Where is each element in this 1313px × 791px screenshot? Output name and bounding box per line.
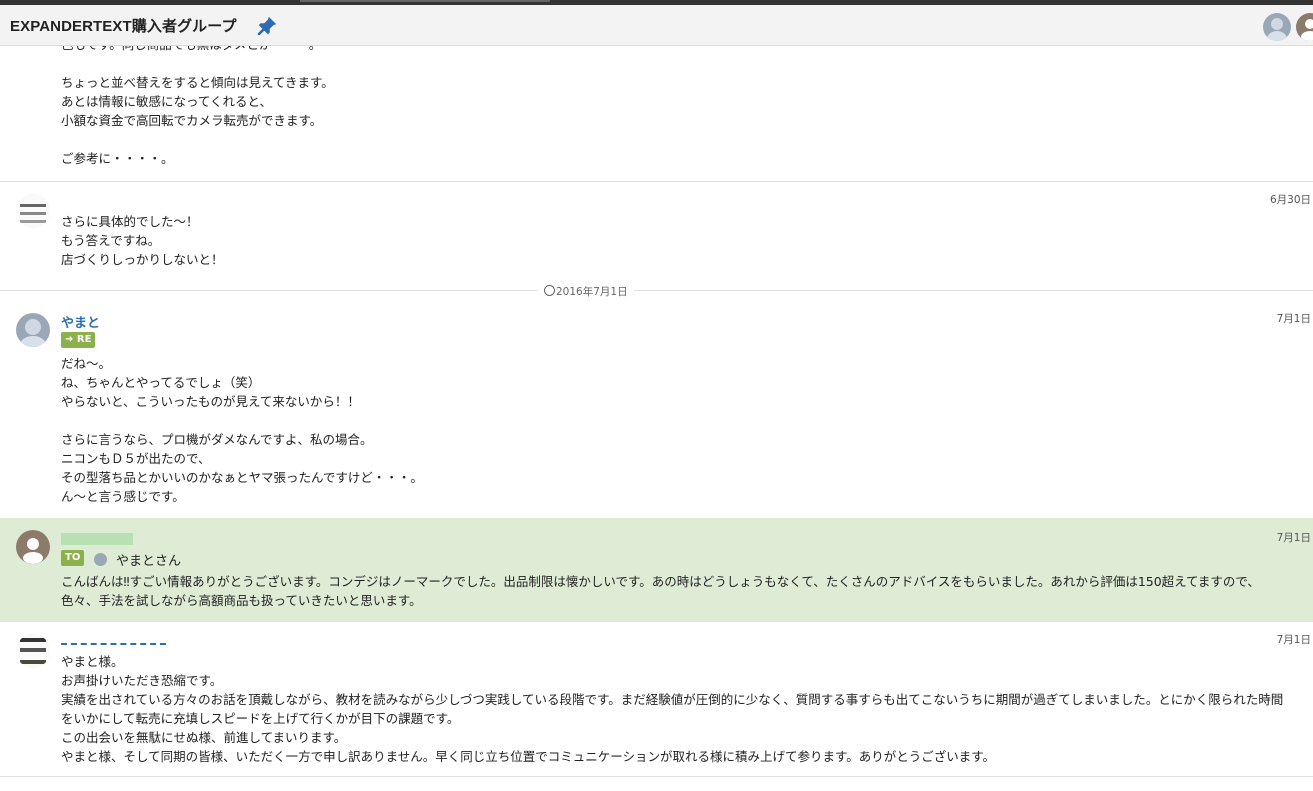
day-separator-line <box>0 290 1313 291</box>
user-avatar-icon[interactable] <box>1296 13 1313 41</box>
day-separator: 2016年7月1日 <box>538 284 634 299</box>
message-body: こんばんは‼すごい情報ありがとうございます。コンデジはノーマークでした。出品制限… <box>61 574 1260 608</box>
avatar[interactable] <box>16 634 50 668</box>
message-date: 7月1日 <box>1276 532 1311 544</box>
avatar[interactable] <box>16 194 50 228</box>
day-separator-label: 2016年7月1日 <box>556 286 628 298</box>
avatar[interactable] <box>16 530 50 564</box>
reply-arrow-icon: ➜ <box>65 334 74 345</box>
message-item: 色もです。同じ商品でも黒はダメとか・・・。 ちょっと並べ替えをすると傾向は見えて… <box>0 46 1313 182</box>
message-body: だね～。 ね、ちゃんとやってるでしょ（笑） やらないと、こういったものが見えて来… <box>61 356 423 504</box>
message-item-highlighted: 7月1日 TO やまとさん こんばんは‼すごい情報ありがとうございます。コンデジ… <box>0 518 1313 622</box>
pin-icon[interactable] <box>256 15 278 37</box>
message-date: 7月1日 <box>1276 634 1311 646</box>
member-avatar-icon[interactable] <box>1263 13 1291 41</box>
to-badge[interactable]: TO <box>61 550 85 566</box>
to-name[interactable]: やまとさん <box>116 550 181 569</box>
message-date: 6月30日 <box>1269 194 1311 206</box>
chat-header: EXPANDERTEXT購入者グループ <box>0 5 1313 46</box>
message-item: 7月1日 やまと様。 お声掛けいただき恐縮です。 実績を出されている方々のお話を… <box>0 622 1313 777</box>
message-item: やまと 7月1日 ➜ RE だね～。 ね、ちゃんとやってるでしょ（笑） やらない… <box>0 301 1313 518</box>
to-avatar-icon <box>94 553 107 566</box>
sender-name-redacted <box>61 533 133 545</box>
message-item: 6月30日 さらに具体的でした～！ もう答えですね。 店づくりしっかりしないと！ <box>0 182 1313 291</box>
room-title: EXPANDERTEXT購入者グループ <box>10 18 237 35</box>
message-date: 7月1日 <box>1276 313 1311 325</box>
sender-name-redacted <box>61 635 166 645</box>
sender-name[interactable]: やまと <box>61 312 100 331</box>
message-body: 色もです。同じ商品でも黒はダメとか・・・。 ちょっと並べ替えをすると傾向は見えて… <box>61 46 334 166</box>
reply-badge[interactable]: ➜ RE <box>61 332 96 348</box>
message-list[interactable]: 色もです。同じ商品でも黒はダメとか・・・。 ちょっと並べ替えをすると傾向は見えて… <box>0 46 1313 791</box>
message-body: やまと様。 お声掛けいただき恐縮です。 実績を出されている方々のお話を頂戴しなが… <box>61 654 1284 764</box>
avatar[interactable] <box>16 313 50 347</box>
message-body: さらに具体的でした～！ もう答えですね。 店づくりしっかりしないと！ <box>61 214 224 267</box>
clock-icon <box>544 285 555 296</box>
